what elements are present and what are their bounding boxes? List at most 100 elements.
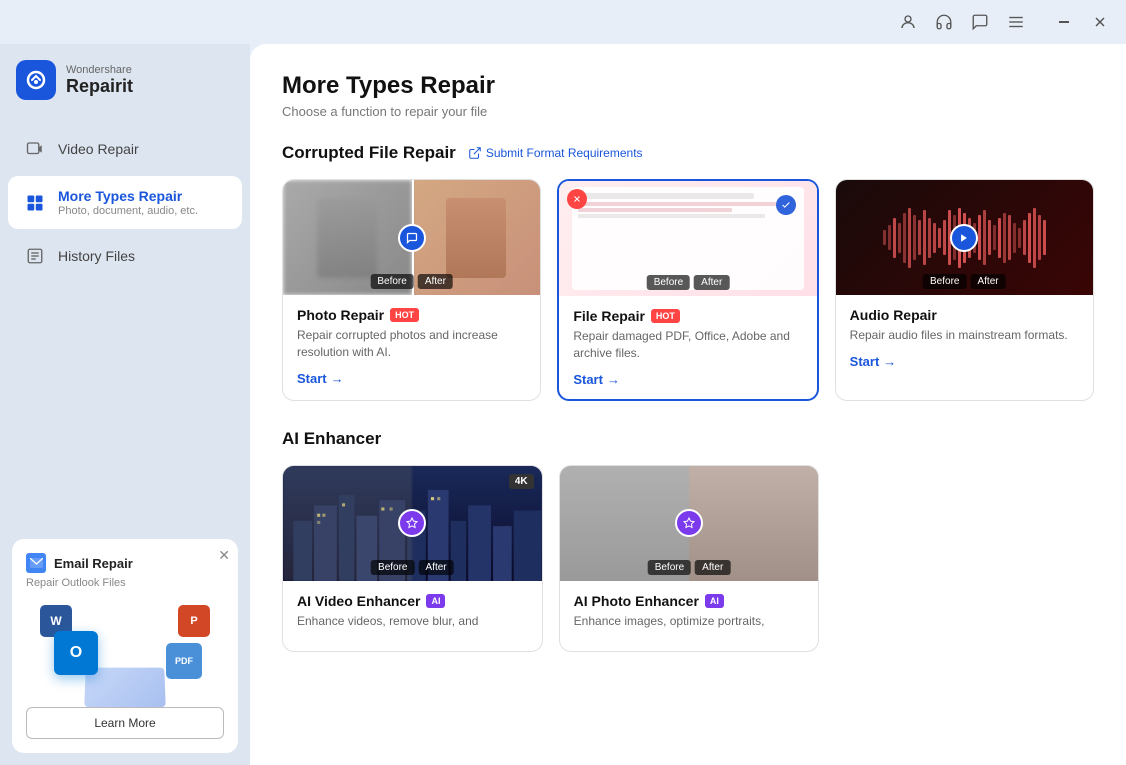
account-icon[interactable] <box>898 12 918 32</box>
photo-repair-title: Photo Repair HOT <box>297 307 526 323</box>
cube-decoration <box>84 668 165 707</box>
video-before-label: Before <box>371 560 414 575</box>
logo-area: Wondershare Repairit <box>0 44 250 124</box>
file-repair-start[interactable]: Start → <box>573 372 802 387</box>
audio-before-label: Before <box>923 274 966 289</box>
app-name: Repairit <box>66 76 133 97</box>
corrupted-repair-cards: Before After Photo Repair HOT Repair cor… <box>282 179 1094 401</box>
more-types-subtitle: Photo, document, audio, etc. <box>58 205 198 217</box>
audio-repair-card[interactable]: Before After Audio Repair Repair audio f… <box>835 179 1094 401</box>
photo-repair-start[interactable]: Start → <box>297 371 526 386</box>
video-after-label: After <box>419 560 454 575</box>
file-before-after-labels: Before After <box>647 275 730 290</box>
ai-photo-center-icon <box>675 509 703 537</box>
app-logo <box>16 60 56 100</box>
ai-video-image: 4K Before After <box>283 466 542 581</box>
video-repair-label: Video Repair <box>58 141 139 157</box>
ai-photo-desc: Enhance images, optimize portraits, <box>574 613 805 630</box>
sidebar-item-more-types-repair[interactable]: More Types Repair Photo, document, audio… <box>8 176 242 229</box>
corrupted-repair-header: Corrupted File Repair Submit Format Requ… <box>282 143 1094 163</box>
history-files-label: History Files <box>58 248 135 264</box>
promo-header: Email Repair <box>26 553 224 573</box>
file-repair-image: Before After <box>559 181 816 296</box>
ai-video-badge: AI <box>426 594 445 608</box>
file-arrow-icon: → <box>607 372 620 387</box>
audio-repair-desc: Repair audio files in mainstream formats… <box>850 327 1079 344</box>
ai-center-icon <box>398 509 426 537</box>
email-repair-icon <box>26 553 46 573</box>
photo-after-label: After <box>418 274 453 289</box>
sidebar-item-history-files[interactable]: History Files <box>8 233 242 279</box>
file-before-label: Before <box>647 275 690 290</box>
audio-arrow-icon: → <box>883 354 896 369</box>
promo-title: Email Repair <box>54 556 133 571</box>
chat-icon[interactable] <box>970 12 990 32</box>
empty-col <box>835 465 1094 653</box>
ai-video-body: AI Video Enhancer AI Enhance videos, rem… <box>283 581 542 652</box>
photo-before-after-labels: Before After <box>370 274 453 289</box>
logo-text: Wondershare Repairit <box>66 64 133 97</box>
promo-close-button[interactable]: ✕ <box>218 547 230 564</box>
close-button[interactable] <box>1086 8 1114 36</box>
video-repair-icon <box>24 138 46 160</box>
ai-photo-badge: AI <box>705 594 724 608</box>
audio-repair-start[interactable]: Start → <box>850 354 1079 369</box>
file-repair-title: File Repair HOT <box>573 308 802 324</box>
doc-file-icon: PDF <box>166 643 202 679</box>
photo-repair-image: Before After <box>283 180 540 295</box>
more-types-icon <box>24 192 46 214</box>
ai-enhancer-cards: 4K Before After AI Video Enhancer AI <box>282 465 1094 653</box>
ai-enhancer-header: AI Enhancer <box>282 429 1094 449</box>
window-controls <box>1050 8 1114 36</box>
main-content: More Types Repair Choose a function to r… <box>250 44 1126 765</box>
menu-icon[interactable] <box>1006 12 1026 32</box>
photo-enh-before-after: Before After <box>648 560 731 575</box>
file-repair-desc: Repair damaged PDF, Office, Adobe and ar… <box>573 328 802 362</box>
photo-repair-desc: Repair corrupted photos and increase res… <box>297 327 526 361</box>
ai-photo-title: AI Photo Enhancer AI <box>574 593 805 609</box>
photo-repair-body: Photo Repair HOT Repair corrupted photos… <box>283 295 540 398</box>
ai-video-enhancer-card[interactable]: 4K Before After AI Video Enhancer AI <box>282 465 543 653</box>
file-repair-body: File Repair HOT Repair damaged PDF, Offi… <box>559 296 816 399</box>
audio-repair-title: Audio Repair <box>850 307 1079 323</box>
photo-enh-after-label: After <box>695 560 730 575</box>
file-repair-card[interactable]: Before After File Repair HOT Repair dama… <box>557 179 818 401</box>
sidebar: Wondershare Repairit Video Repair <box>0 44 250 765</box>
more-types-label-content: More Types Repair Photo, document, audio… <box>58 188 198 217</box>
audio-after-label: After <box>970 274 1005 289</box>
promo-illustration: W O P PDF <box>26 597 224 707</box>
outlook-icon: O <box>54 631 98 675</box>
arrow-icon: → <box>331 371 344 386</box>
page-subtitle: Choose a function to repair your file <box>282 104 1094 119</box>
headset-icon[interactable] <box>934 12 954 32</box>
learn-more-button[interactable]: Learn More <box>26 707 224 739</box>
photo-hot-badge: HOT <box>390 308 419 322</box>
ai-enhancer-title: AI Enhancer <box>282 429 381 449</box>
ai-photo-body: AI Photo Enhancer AI Enhance images, opt… <box>560 581 819 652</box>
ai-video-desc: Enhance videos, remove blur, and <box>297 613 528 630</box>
ai-video-title: AI Video Enhancer AI <box>297 593 528 609</box>
repair-center-icon <box>398 224 426 252</box>
submit-format-label: Submit Format Requirements <box>486 146 643 160</box>
photo-before-label: Before <box>370 274 413 289</box>
app-body: Wondershare Repairit Video Repair <box>0 44 1126 765</box>
page-title: More Types Repair <box>282 72 1094 100</box>
sidebar-promo: ✕ Email Repair Repair Outlook Files W O … <box>12 539 238 753</box>
titlebar <box>0 0 1126 44</box>
brand-name: Wondershare <box>66 64 133 76</box>
promo-subtitle: Repair Outlook Files <box>26 577 224 589</box>
ai-photo-enhancer-card[interactable]: Before After AI Photo Enhancer AI Enhanc… <box>559 465 820 653</box>
file-after-label: After <box>694 275 729 290</box>
ai-photo-image: Before After <box>560 466 819 581</box>
audio-play-icon <box>950 224 978 252</box>
photo-repair-card[interactable]: Before After Photo Repair HOT Repair cor… <box>282 179 541 401</box>
4k-badge: 4K <box>509 474 534 489</box>
minimize-button[interactable] <box>1050 8 1078 36</box>
video-repair-label-content: Video Repair <box>58 141 139 157</box>
ppt-icon: P <box>178 605 210 637</box>
sidebar-item-video-repair[interactable]: Video Repair <box>8 126 242 172</box>
file-hot-badge: HOT <box>651 309 680 323</box>
audio-repair-image: Before After <box>836 180 1093 295</box>
submit-format-link[interactable]: Submit Format Requirements <box>468 146 643 160</box>
photo-enh-before-label: Before <box>648 560 691 575</box>
